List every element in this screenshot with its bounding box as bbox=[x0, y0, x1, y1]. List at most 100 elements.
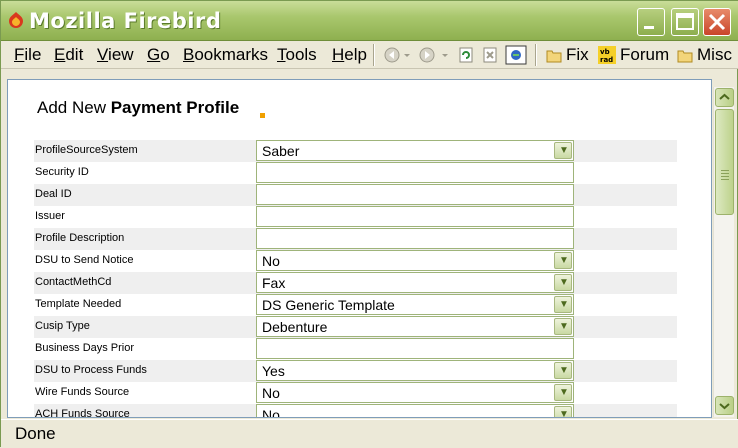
form-row: Wire Funds Source No ▼ bbox=[34, 382, 677, 404]
scroll-down-button[interactable] bbox=[715, 396, 734, 415]
minimize-icon bbox=[644, 26, 654, 29]
bookmark-forum[interactable]: Forum bbox=[620, 45, 669, 65]
field-value: Fax bbox=[262, 275, 286, 291]
scroll-thumb[interactable] bbox=[715, 109, 734, 215]
chevron-down-icon: ▼ bbox=[559, 387, 569, 398]
dropdown-select[interactable]: DS Generic Template ▼ bbox=[256, 294, 574, 315]
menu-bookmarks[interactable]: Bookmarks bbox=[183, 45, 268, 65]
bookmark-misc[interactable]: Misc bbox=[697, 45, 732, 65]
dropdown-select[interactable]: No ▼ bbox=[256, 404, 574, 418]
form-row: Issuer bbox=[34, 206, 677, 228]
reload-icon[interactable] bbox=[458, 47, 474, 63]
folder-icon bbox=[677, 50, 693, 63]
dropdown-select[interactable]: Fax ▼ bbox=[256, 272, 574, 293]
minimize-button[interactable] bbox=[637, 8, 665, 36]
menu-go[interactable]: Go bbox=[147, 45, 170, 65]
back-dropdown-icon[interactable] bbox=[403, 47, 411, 63]
title-marker bbox=[260, 113, 265, 118]
dropdown-button[interactable]: ▼ bbox=[554, 252, 572, 269]
field-value: No bbox=[262, 407, 280, 418]
text-input[interactable] bbox=[256, 206, 574, 227]
grip-line bbox=[721, 179, 729, 180]
firebird-app-icon bbox=[9, 12, 23, 28]
dropdown-button[interactable]: ▼ bbox=[554, 142, 572, 159]
field-label: ACH Funds Source bbox=[35, 408, 130, 418]
chevron-down-icon: ▼ bbox=[559, 145, 569, 156]
title-bar[interactable]: Mozilla Firebird bbox=[1, 1, 738, 41]
form-row: DSU to Send Notice No ▼ bbox=[34, 250, 677, 272]
folder-icon bbox=[546, 50, 562, 63]
menu-tools[interactable]: Tools bbox=[277, 45, 317, 65]
grip-line bbox=[721, 176, 729, 177]
text-input[interactable] bbox=[256, 338, 574, 359]
chevron-down-icon: ▼ bbox=[559, 365, 569, 376]
field-label: Profile Description bbox=[35, 232, 125, 244]
field-value: Debenture bbox=[262, 319, 328, 335]
chevron-down-icon: ▼ bbox=[559, 255, 569, 266]
back-icon[interactable] bbox=[384, 47, 400, 63]
close-button[interactable] bbox=[703, 8, 731, 36]
field-label: Template Needed bbox=[35, 298, 122, 310]
dropdown-button[interactable]: ▼ bbox=[554, 296, 572, 313]
dropdown-select[interactable]: Yes ▼ bbox=[256, 360, 574, 381]
vbrad-icon: vbrad bbox=[598, 46, 616, 64]
stop-icon[interactable] bbox=[482, 47, 498, 63]
scroll-up-button[interactable] bbox=[715, 88, 734, 107]
maximize-icon bbox=[676, 13, 694, 30]
home-page-icon[interactable] bbox=[505, 45, 527, 65]
menu-view[interactable]: View bbox=[97, 45, 134, 65]
window-title: Mozilla Firebird bbox=[29, 9, 222, 33]
form-row: Security ID bbox=[34, 162, 677, 184]
form-row: Profile Description bbox=[34, 228, 677, 250]
field-label: Deal ID bbox=[35, 188, 72, 200]
field-label: Cusip Type bbox=[35, 320, 90, 332]
browser-window: Mozilla Firebird File Edit View Go Bookm… bbox=[0, 0, 738, 448]
page-title: Add New Payment Profile bbox=[37, 98, 240, 117]
form-row: ContactMethCd Fax ▼ bbox=[34, 272, 677, 294]
dropdown-button[interactable]: ▼ bbox=[554, 274, 572, 291]
grip-line bbox=[721, 170, 729, 171]
field-label: DSU to Process Funds bbox=[35, 364, 147, 376]
forward-dropdown-icon[interactable] bbox=[441, 47, 449, 63]
dropdown-button[interactable]: ▼ bbox=[554, 362, 572, 379]
form-row: ACH Funds Source No ▼ bbox=[34, 404, 677, 418]
bookmark-fix[interactable]: Fix bbox=[566, 45, 589, 65]
forward-icon[interactable] bbox=[419, 47, 435, 63]
dropdown-select[interactable]: No ▼ bbox=[256, 382, 574, 403]
field-label: DSU to Send Notice bbox=[35, 254, 134, 266]
menu-edit[interactable]: Edit bbox=[54, 45, 83, 65]
page-content: Add New Payment Profile ProfileSourceSys… bbox=[7, 79, 712, 418]
text-input[interactable] bbox=[256, 184, 574, 205]
menu-file[interactable]: File bbox=[14, 45, 41, 65]
dropdown-select[interactable]: Debenture ▼ bbox=[256, 316, 574, 337]
dropdown-select[interactable]: Saber ▼ bbox=[256, 140, 574, 161]
form-row: Deal ID bbox=[34, 184, 677, 206]
form-row: ProfileSourceSystem Saber ▼ bbox=[34, 140, 677, 162]
chevron-down-icon: ▼ bbox=[559, 409, 569, 418]
text-input[interactable] bbox=[256, 162, 574, 183]
menu-bar: File Edit View Go Bookmarks Tools Help F… bbox=[1, 41, 738, 69]
vertical-scrollbar[interactable] bbox=[713, 87, 734, 417]
field-label: Wire Funds Source bbox=[35, 386, 130, 398]
dropdown-button[interactable]: ▼ bbox=[554, 384, 572, 401]
dropdown-select[interactable]: No ▼ bbox=[256, 250, 574, 271]
chevron-down-icon bbox=[719, 403, 730, 410]
status-text: Done bbox=[15, 424, 56, 443]
field-value: No bbox=[262, 253, 280, 269]
menu-help[interactable]: Help bbox=[332, 45, 367, 65]
field-label: ContactMethCd bbox=[35, 276, 112, 288]
field-value: No bbox=[262, 385, 280, 401]
chevron-down-icon: ▼ bbox=[559, 321, 569, 332]
svg-text:rad: rad bbox=[600, 56, 613, 64]
form-row: Template Needed DS Generic Template ▼ bbox=[34, 294, 677, 316]
field-value: DS Generic Template bbox=[262, 297, 395, 313]
chevron-down-icon: ▼ bbox=[559, 299, 569, 310]
text-input[interactable] bbox=[256, 228, 574, 249]
dropdown-button[interactable]: ▼ bbox=[554, 318, 572, 335]
maximize-button[interactable] bbox=[671, 8, 699, 36]
field-label: Security ID bbox=[35, 166, 89, 178]
chevron-down-icon: ▼ bbox=[559, 277, 569, 288]
svg-text:vb: vb bbox=[600, 48, 610, 56]
dropdown-button[interactable]: ▼ bbox=[554, 406, 572, 418]
status-bar: Done bbox=[1, 419, 738, 448]
